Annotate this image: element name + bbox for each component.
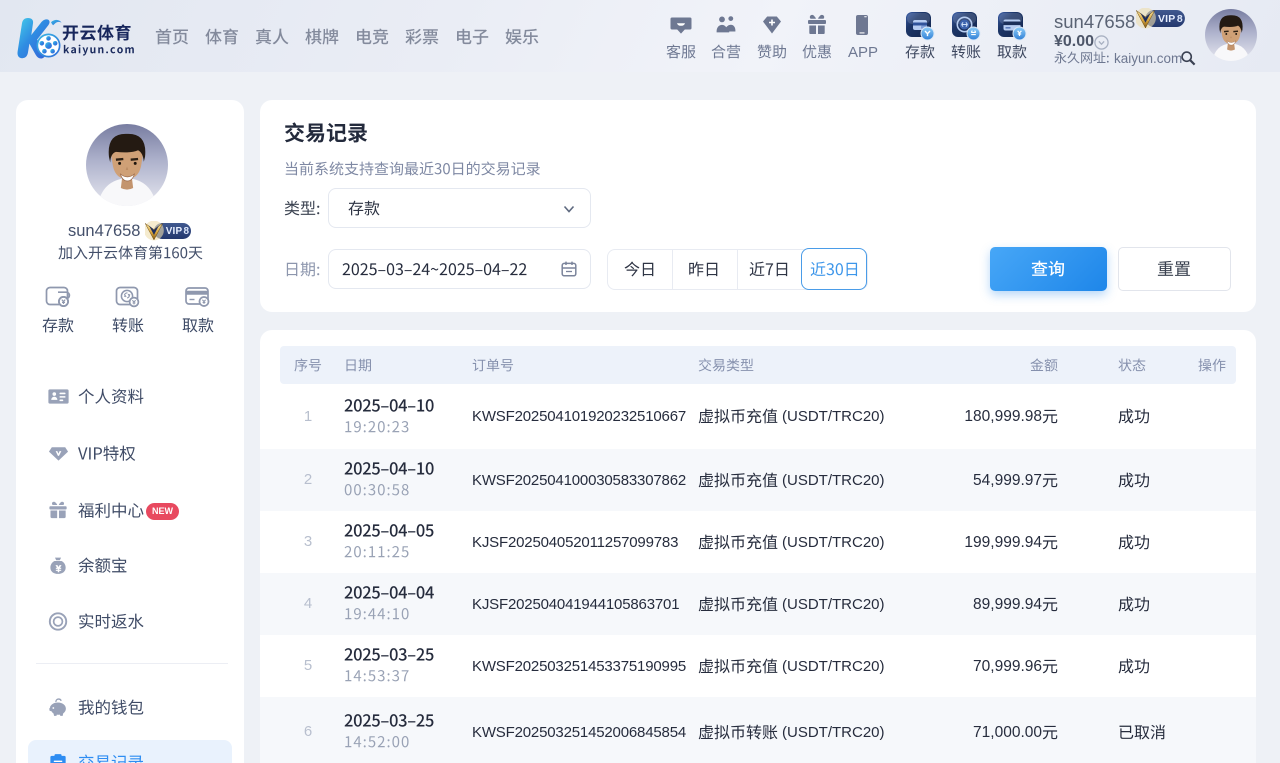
svg-text:8: 8 bbox=[184, 226, 190, 237]
svg-text:VIP: VIP bbox=[166, 226, 183, 237]
svg-text:VIP: VIP bbox=[1158, 14, 1175, 25]
svg-text:8: 8 bbox=[1177, 14, 1183, 25]
